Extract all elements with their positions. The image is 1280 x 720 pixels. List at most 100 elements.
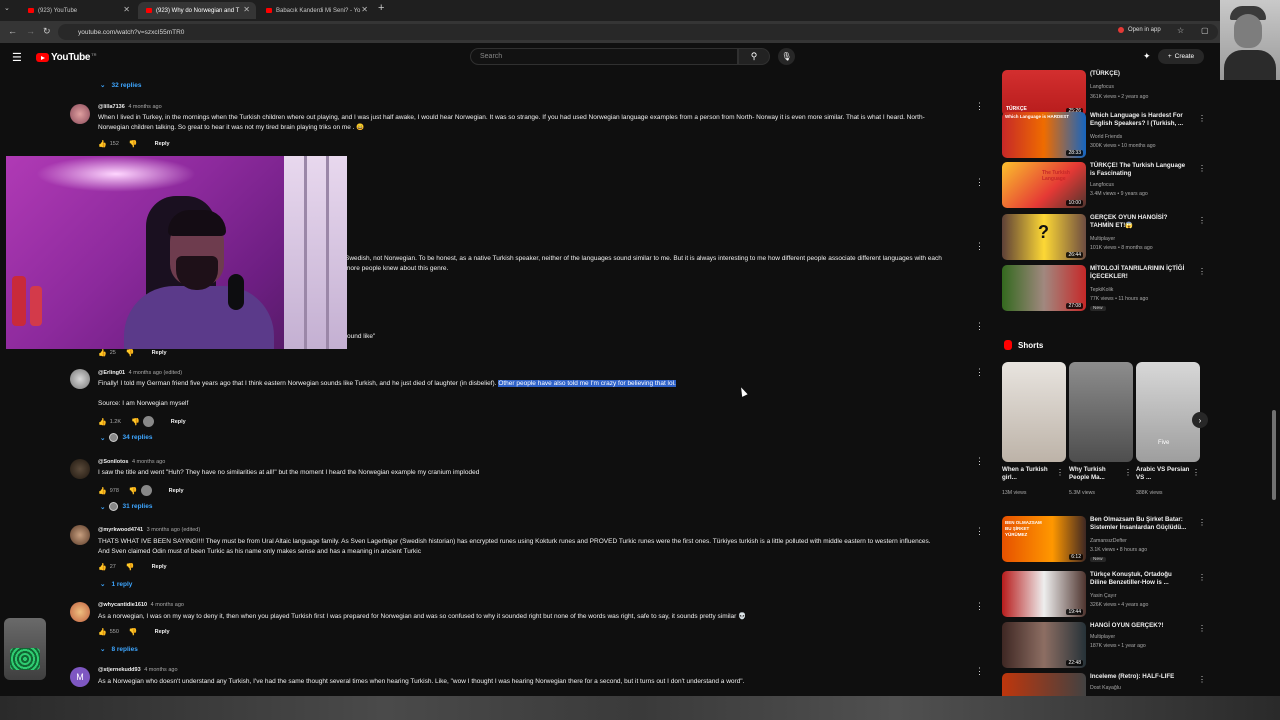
back-icon[interactable]: ←: [8, 26, 17, 36]
video-card[interactable]: 22:48 HANGİ OYUN GERÇEK?! Multiplayer 18…: [1002, 622, 1206, 668]
avatar[interactable]: [70, 602, 90, 622]
like-icon[interactable]: 👍: [98, 140, 107, 148]
comment-author[interactable]: @myrkwood4741 3 months ago (edited): [98, 527, 200, 533]
short-thumbnail[interactable]: [1002, 362, 1066, 462]
shorts-next-button[interactable]: ›: [1192, 412, 1208, 428]
avatar[interactable]: [70, 369, 90, 389]
more-options-icon[interactable]: ⋮: [1056, 468, 1064, 477]
short-title[interactable]: Arabic VS Persian VS ...: [1136, 466, 1192, 482]
dislike-icon[interactable]: 👎: [129, 487, 138, 495]
dislike-icon[interactable]: 👎: [129, 628, 138, 636]
comment-author[interactable]: @stjernekudd93 4 months ago: [98, 667, 178, 673]
short-thumbnail[interactable]: [1069, 362, 1133, 462]
reply-button[interactable]: Reply: [152, 350, 167, 356]
view-replies-button[interactable]: ⌄ 31 replies: [100, 502, 152, 511]
video-thumbnail[interactable]: The Turkish Language 10:00: [1002, 162, 1086, 208]
more-options-icon[interactable]: ⋮: [975, 321, 984, 332]
short-thumbnail[interactable]: Five: [1136, 362, 1200, 462]
url-field[interactable]: youtube.com/watch?v=szxcI55mTR0: [58, 24, 1218, 40]
open-in-app-button[interactable]: Open in app: [1118, 27, 1161, 33]
video-card[interactable]: The Turkish Language 10:00 TÜRKÇE! The T…: [1002, 162, 1206, 208]
channel-name[interactable]: Dost Kayağlu: [1090, 685, 1121, 691]
more-options-icon[interactable]: ⋮: [1192, 468, 1200, 477]
forward-icon[interactable]: →: [26, 26, 35, 36]
avatar[interactable]: M: [70, 667, 90, 687]
more-options-icon[interactable]: ⋮: [1198, 624, 1206, 633]
channel-name[interactable]: Multiplayer: [1090, 634, 1115, 640]
voice-search-button[interactable]: 🎙: [778, 48, 795, 65]
more-options-icon[interactable]: ⋮: [975, 101, 984, 112]
channel-name[interactable]: Yasin Çayır: [1090, 593, 1116, 599]
dislike-icon[interactable]: 👎: [129, 140, 138, 148]
like-icon[interactable]: 👍: [98, 418, 107, 426]
video-thumbnail[interactable]: ? 26:44: [1002, 214, 1086, 260]
channel-name[interactable]: World Friends: [1090, 134, 1122, 140]
video-card[interactable]: Which Language is HARDEST 28:33 Which La…: [1002, 112, 1206, 158]
channel-name[interactable]: ZamansızDefter: [1090, 538, 1127, 544]
view-replies-button[interactable]: ⌄ 1 reply: [100, 580, 132, 589]
video-card[interactable]: 27:08 MİTOLOJİ TANRILARININ İÇTİĞİ İÇECE…: [1002, 265, 1206, 311]
like-icon[interactable]: 👍: [98, 628, 107, 636]
page-scrollbar[interactable]: [1272, 410, 1276, 500]
channel-name[interactable]: Langfocus: [1090, 84, 1114, 90]
more-options-icon[interactable]: ⋮: [1198, 518, 1206, 527]
channel-name[interactable]: Multiplayer: [1090, 236, 1115, 242]
more-options-icon[interactable]: ⋮: [975, 367, 984, 378]
more-options-icon[interactable]: ⋮: [1198, 573, 1206, 582]
video-thumbnail[interactable]: 22:48: [1002, 622, 1086, 668]
tab-list-chevron-icon[interactable]: ⌄: [4, 4, 10, 12]
like-icon[interactable]: 👍: [98, 487, 107, 495]
more-options-icon[interactable]: ⋮: [1198, 675, 1206, 684]
reply-button[interactable]: Reply: [171, 419, 186, 425]
more-options-icon[interactable]: ⋮: [975, 601, 984, 612]
avatar[interactable]: [70, 459, 90, 479]
bookmark-star-icon[interactable]: ☆: [1177, 26, 1184, 35]
new-tab-icon[interactable]: +: [378, 2, 384, 14]
cast-icon[interactable]: ✦: [1143, 51, 1151, 62]
menu-icon[interactable]: ☰: [12, 51, 22, 64]
video-thumbnail[interactable]: Which Language is HARDEST 28:33: [1002, 112, 1086, 158]
avatar[interactable]: [70, 104, 90, 124]
browser-tab-3[interactable]: Babacık Kanderdi Mi Seni? - Yo ✕: [258, 2, 374, 19]
dislike-icon[interactable]: 👎: [126, 349, 135, 357]
more-options-icon[interactable]: ⋮: [975, 177, 984, 188]
reply-button[interactable]: Reply: [155, 629, 170, 635]
video-card[interactable]: TÜRKÇE 25:26 (TÜRKÇE) Langfocus 361K vie…: [1002, 70, 1202, 116]
more-options-icon[interactable]: ⋮: [1124, 468, 1132, 477]
like-icon[interactable]: 👍: [98, 349, 107, 357]
more-options-icon[interactable]: ⋮: [1198, 267, 1206, 276]
comment-author[interactable]: @lilla7136 4 months ago: [98, 104, 162, 110]
more-options-icon[interactable]: ⋮: [1198, 164, 1206, 173]
short-title[interactable]: Why Turkish People Ma...: [1069, 466, 1125, 482]
browser-tab-2[interactable]: (923) Why do Norwegian and T ✕: [138, 2, 256, 19]
channel-name[interactable]: TepkiKolik: [1090, 287, 1113, 293]
video-card[interactable]: ? 26:44 GERÇEK OYUN HANGİSİ? TAHMİN ET!😱…: [1002, 214, 1206, 260]
extensions-icon[interactable]: ▢: [1201, 26, 1209, 35]
dislike-icon[interactable]: 👎: [126, 563, 135, 571]
dislike-icon[interactable]: 👎: [131, 418, 140, 426]
more-options-icon[interactable]: ⋮: [975, 456, 984, 467]
video-thumbnail[interactable]: 19:44: [1002, 571, 1086, 617]
reply-button[interactable]: Reply: [152, 564, 167, 570]
youtube-logo[interactable]: YouTube TR: [36, 52, 97, 63]
more-options-icon[interactable]: ⋮: [1198, 216, 1206, 225]
video-card[interactable]: BEN OLMAZSAM BU ŞİRKET YÜRÜMEZ 6:12 Ben …: [1002, 516, 1206, 562]
reply-button[interactable]: Reply: [155, 141, 170, 147]
video-thumbnail[interactable]: 27:08: [1002, 265, 1086, 311]
view-replies-button[interactable]: ⌄ 34 replies: [100, 433, 152, 442]
like-icon[interactable]: 👍: [98, 563, 107, 571]
channel-name[interactable]: Langfocus: [1090, 182, 1114, 188]
short-title[interactable]: When a Turkish girl...: [1002, 466, 1058, 482]
close-tab-icon[interactable]: ✕: [243, 5, 250, 14]
avatar[interactable]: [70, 525, 90, 545]
more-options-icon[interactable]: ⋮: [975, 241, 984, 252]
close-tab-icon[interactable]: ✕: [123, 5, 130, 14]
search-input[interactable]: Search: [470, 48, 738, 65]
video-thumbnail[interactable]: BEN OLMAZSAM BU ŞİRKET YÜRÜMEZ 6:12: [1002, 516, 1086, 562]
close-tab-icon[interactable]: ✕: [361, 5, 368, 14]
more-options-icon[interactable]: ⋮: [975, 666, 984, 677]
view-replies-button[interactable]: ⌄ 8 replies: [100, 645, 138, 654]
comment-author[interactable]: @Sonilotos 4 months ago: [98, 459, 165, 465]
view-replies-button[interactable]: ⌄ 32 replies: [100, 81, 141, 90]
search-button[interactable]: ⚲: [738, 48, 770, 65]
